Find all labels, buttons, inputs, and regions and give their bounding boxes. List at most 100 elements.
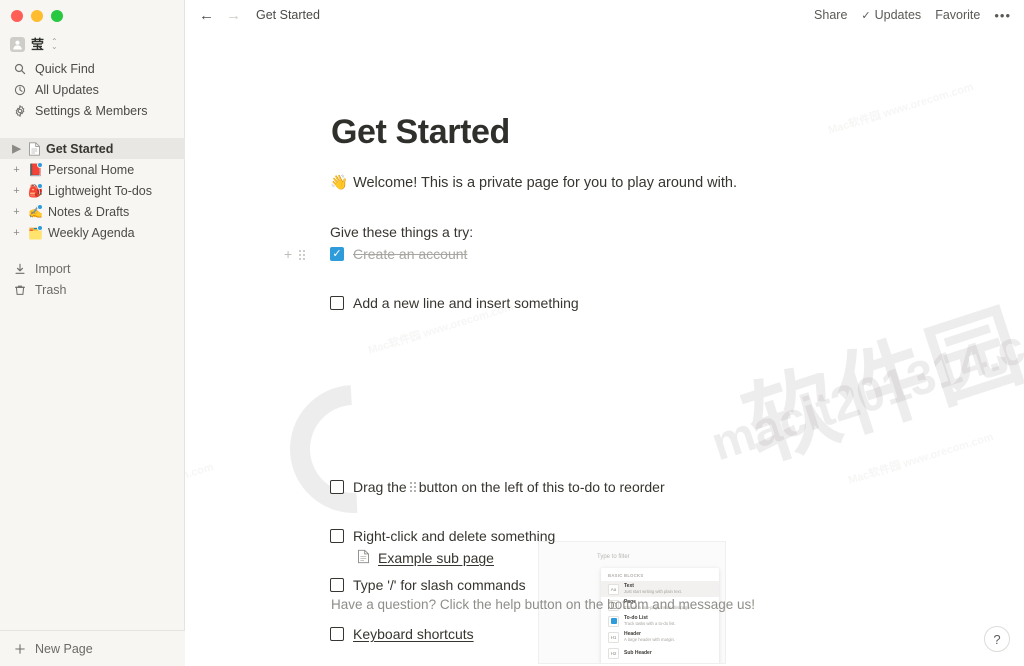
breadcrumb[interactable]: Get Started [256,8,320,22]
plus-icon [13,642,26,655]
todo-item[interactable]: Keyboard shortcuts [185,625,1024,649]
sidebar-item-settings-members[interactable]: Settings & Members [0,100,185,121]
todo-item[interactable]: + ✓ Create an account [185,245,1024,269]
sidebar-page-label: Get Started [46,141,114,156]
welcome-text: Welcome! This is a private page for you … [353,175,737,191]
sidebar-item-label: All Updates [35,82,99,97]
chevron-updown-icon: ⌃ ⌄ [51,37,58,51]
plus-icon[interactable]: + [10,163,23,176]
todo-label: Create an account [353,246,468,262]
todo-checkbox[interactable]: ✓ [330,247,344,261]
more-options-button[interactable]: ••• [994,8,1011,23]
todo-checkbox[interactable] [330,296,344,310]
import-icon [13,262,26,275]
todo-checkbox[interactable] [330,627,344,641]
page-emoji-icon: 🎒 [28,182,43,198]
todo-item[interactable]: Add a new line and insert something [185,294,1024,318]
sidebar-item-get-started[interactable]: ▶ Get Started [0,138,185,159]
subpage-label: Example sub page [378,550,494,566]
todo-checkbox[interactable] [330,480,344,494]
minimize-button[interactable] [31,10,43,22]
sidebar-item-all-updates[interactable]: All Updates [0,79,185,100]
grip-dots-icon[interactable] [299,249,306,260]
watermark-small: Mac软件园 www.orecom.com [826,81,975,137]
blue-badge-dot [37,161,43,168]
sidebar: 莹 ⌃ ⌄ Quick Find All Updates Settings & … [0,0,185,666]
plus-icon[interactable]: + [10,184,23,197]
page-content: 软件园 macit201314.com Mac软件园 www.orecom.co… [185,30,1024,666]
updates-button[interactable]: ✓ Updates [861,8,921,22]
sidebar-item-notes-drafts[interactable]: + ✍️ Notes & Drafts [0,201,185,222]
workspace-switcher[interactable]: 莹 ⌃ ⌄ [10,33,58,55]
sidebar-page-list: ▶ Get Started + 📕 Personal Home + 🎒 Ligh… [0,138,185,243]
sidebar-utilities: Import Trash [0,258,185,300]
subpage-link[interactable]: Example sub page [357,549,494,567]
new-page-button[interactable]: New Page [0,630,185,666]
todo-label-post: button on the left of this to-do to reor… [418,479,665,495]
sidebar-item-quick-find[interactable]: Quick Find [0,58,185,79]
sidebar-item-lightweight-todos[interactable]: + 🎒 Lightweight To-dos [0,180,185,201]
favorite-button[interactable]: Favorite [935,8,980,22]
block-handles: + [284,247,306,261]
todo-item[interactable]: Right-click and delete something [185,527,1024,551]
maximize-button[interactable] [51,10,63,22]
page-emoji-icon: 📕 [28,161,43,177]
sidebar-nav: Quick Find All Updates Settings & Member… [0,58,185,121]
check-icon: ✓ [861,9,871,22]
todo-label: Right-click and delete something [353,528,556,544]
sidebar-item-import[interactable]: Import [0,258,185,279]
topbar: ← → Get Started Share ✓ Updates Favorite… [185,0,1024,30]
sidebar-page-label: Notes & Drafts [48,204,130,219]
app-window: 莹 ⌃ ⌄ Quick Find All Updates Settings & … [0,0,1024,666]
todo-item[interactable]: Drag the button on the left of this to-do… [185,478,1024,502]
wave-hand-emoji-icon: 👋 [330,175,349,191]
page-title: Get Started [331,113,510,151]
sidebar-item-personal-home[interactable]: + 📕 Personal Home [0,159,185,180]
embed-filter-placeholder: Type to filter [597,554,630,560]
help-button[interactable]: ? [984,626,1010,652]
keyboard-shortcuts-link[interactable]: Keyboard shortcuts [353,626,474,642]
sidebar-item-trash[interactable]: Trash [0,279,185,300]
prompt-text: Give these things a try: [330,224,474,240]
sidebar-page-label: Lightweight To-dos [48,183,153,198]
avatar [10,36,25,52]
footnote-text: Have a question? Click the help button o… [331,597,756,612]
updates-label: Updates [874,8,922,22]
arrow-right-icon[interactable]: → [226,8,241,23]
grip-dots-icon [409,482,416,493]
arrow-left-icon[interactable]: ← [199,8,214,23]
main-area: ← → Get Started Share ✓ Updates Favorite… [185,0,1024,666]
topbar-actions: Share ✓ Updates Favorite ••• [814,8,1011,23]
page-emoji-icon: 🗂️ [28,224,43,240]
todo-label: Add a new line and insert something [353,295,579,311]
close-button[interactable] [11,10,23,22]
triangle-right-icon[interactable]: ▶ [10,142,23,155]
share-button[interactable]: Share [814,8,847,22]
gear-icon [13,104,26,117]
todo-list: + ✓ Create an account Add a new line and… [185,245,1024,664]
welcome-line: 👋 Welcome! This is a private page for you… [330,174,737,191]
plus-icon[interactable]: + [284,247,292,261]
sidebar-item-label: Import [35,261,71,276]
header-h2-icon: H2 [608,647,619,659]
sidebar-item-label: Quick Find [35,61,95,76]
search-icon [13,62,26,75]
workspace-name: 莹 [31,36,45,52]
history-nav: ← → [199,8,241,23]
todo-checkbox[interactable] [330,578,344,592]
embed-item-title: Sub Header [624,650,652,656]
trash-icon [13,283,26,296]
clock-icon [13,83,26,96]
plus-icon[interactable]: + [10,205,23,218]
window-traffic-lights [11,10,63,22]
todo-label: Keyboard shortcuts [353,625,474,643]
sidebar-page-label: Weekly Agenda [48,225,135,240]
todo-label-pre: Drag the [353,479,407,495]
sidebar-item-weekly-agenda[interactable]: + 🗂️ Weekly Agenda [0,222,185,243]
todo-checkbox[interactable] [330,529,344,543]
todo-label: Drag the button on the left of this to-do… [353,478,665,496]
blue-badge-dot [37,203,43,210]
sidebar-page-label: Personal Home [48,162,135,177]
page-doc-icon [357,549,370,567]
plus-icon[interactable]: + [10,226,23,239]
